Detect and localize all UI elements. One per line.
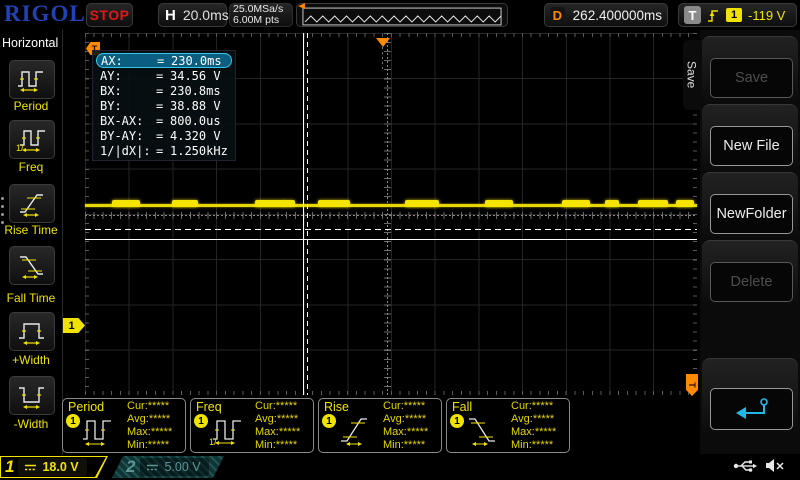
new-file-button[interactable]: New File	[710, 126, 793, 166]
vertical-axis-line	[387, 33, 388, 395]
cursor-row-ay[interactable]: AY:=34.56 V	[96, 68, 232, 83]
measure-item-plus-width-label: +Width	[0, 353, 62, 367]
measure-item-period-label: Period	[0, 99, 62, 113]
measure-item-plus-width[interactable]	[9, 312, 55, 351]
horizontal-scale-value: 20.0ms	[183, 7, 229, 23]
memory-waveform-thumbnail	[297, 3, 507, 27]
run-state-badge[interactable]: STOP	[86, 3, 133, 27]
menu-scroll-indicator	[1, 192, 4, 229]
new-folder-button[interactable]: NewFolder	[710, 194, 793, 234]
measure-item-fall-time[interactable]	[9, 246, 55, 285]
measurement-stats: Cur:***** Avg:***** Max:***** Min:*****	[383, 400, 428, 452]
rise-waveform-icon	[337, 411, 373, 447]
preview-waveform-path	[305, 16, 501, 22]
measurement-stats: Cur:***** Avg:***** Max:***** Min:*****	[511, 400, 556, 452]
cursor-readout-panel: AX:=230.0ms AY:=34.56 V BX:=230.8ms BY:=…	[92, 50, 236, 161]
plus-width-icon	[17, 318, 47, 346]
oscilloscope-screen: RIGOL STOP H 20.0ms 25.0MSa/s 6.00M pts …	[0, 0, 800, 480]
channel1-status[interactable]: 1 18.0 V	[0, 456, 108, 478]
fall-waveform-icon	[465, 411, 501, 447]
measurement-channel-badge: 1	[194, 414, 208, 428]
dc-coupling-icon	[24, 463, 37, 472]
trigger-level-value: -119 V	[748, 8, 785, 23]
cursor-row-by[interactable]: BY:=38.88 V	[96, 98, 232, 113]
svg-text:1/: 1/	[209, 437, 217, 447]
measurement-panel-fall[interactable]: Fall 1 Cur:***** Avg:***** Max:***** Min…	[446, 398, 570, 453]
measure-item-rise-time-label: Rise Time	[0, 223, 62, 237]
trigger-source-badge: 1	[726, 8, 742, 22]
cursor-a-vertical-line[interactable]	[303, 33, 304, 395]
left-measure-sidebar: Horizontal Period 1/ Freq	[0, 30, 63, 480]
delay-label: D	[550, 7, 565, 24]
rising-edge-trigger-icon	[707, 7, 720, 24]
rise-time-icon	[17, 190, 47, 218]
channel2-number: 2	[126, 457, 135, 477]
trigger-position-line	[382, 47, 383, 71]
channel1-scale: 18.0 V	[42, 460, 78, 474]
measure-item-minus-width[interactable]	[9, 376, 55, 415]
usb-icon	[733, 459, 757, 473]
cursor-row-bx[interactable]: BX:=230.8ms	[96, 83, 232, 98]
svg-text:1/: 1/	[16, 143, 24, 153]
measurement-panel-rise[interactable]: Rise 1 Cur:***** Avg:***** Max:***** Min…	[318, 398, 442, 453]
fall-time-icon	[17, 252, 47, 280]
delete-button[interactable]: Delete	[710, 262, 793, 302]
trigger-position-marker-icon[interactable]	[376, 38, 390, 47]
cursor-row-bx-ax[interactable]: BX-AX:=800.0us	[96, 113, 232, 128]
ch1-ground-marker-icon[interactable]: 1	[63, 318, 85, 333]
return-arrow-icon	[731, 396, 773, 422]
graticule-bottom-ticks	[85, 391, 697, 395]
freq-icon: 1/	[16, 126, 48, 154]
freq-waveform-icon: 1/	[209, 411, 245, 447]
measure-item-freq[interactable]: 1/	[9, 120, 55, 159]
cursor-row-by-ay[interactable]: BY-AY:=4.320 V	[96, 128, 232, 143]
measure-item-rise-time[interactable]	[9, 184, 55, 223]
horizontal-label: H	[165, 7, 176, 24]
horizontal-scale-box[interactable]: H 20.0ms	[158, 3, 227, 27]
speaker-muted-icon	[765, 458, 785, 473]
preview-position-marker-icon	[298, 3, 305, 9]
menu-tab: Save	[683, 40, 700, 110]
measure-item-freq-label: Freq	[0, 160, 62, 174]
measure-item-minus-width-label: -Width	[0, 417, 62, 431]
measurement-panel-freq[interactable]: Freq 1 1/ Cur:***** Avg:***** Max:***** …	[190, 398, 314, 453]
waveform-preview-box[interactable]	[296, 3, 508, 27]
trigger-info-box[interactable]: T 1 -119 V	[678, 3, 797, 27]
measurement-channel-badge: 1	[450, 414, 464, 428]
cursor-row-inv-dx[interactable]: 1/|dX|:=1.250kHz	[96, 143, 232, 158]
measurement-panel-period[interactable]: Period 1 Cur:***** Avg:***** Max:***** M…	[62, 398, 186, 453]
period-waveform-icon	[81, 411, 117, 447]
measurement-channel-badge: 1	[66, 414, 80, 428]
channel-status-bar: 1 18.0 V 2 5.00 V	[0, 454, 800, 480]
menu-back-button[interactable]	[710, 388, 793, 430]
measure-category-title: Horizontal	[2, 36, 62, 50]
minus-width-icon	[17, 382, 47, 410]
measure-item-fall-time-label: Fall Time	[0, 291, 62, 305]
ch1-trace	[85, 200, 697, 208]
cursor-b-horizontal-line[interactable]	[85, 229, 697, 230]
menu-tab-label: Save	[685, 61, 699, 88]
cursor-a-horizontal-line[interactable]	[85, 239, 697, 240]
trigger-delay-box[interactable]: D 262.400000ms	[544, 3, 668, 27]
top-status-bar: RIGOL STOP H 20.0ms 25.0MSa/s 6.00M pts …	[0, 0, 800, 30]
cursor-b-vertical-line[interactable]	[307, 33, 308, 395]
graticule-top-ticks	[85, 33, 697, 37]
rigol-logo: RIGOL	[4, 1, 86, 27]
channel2-status[interactable]: 2 5.00 V	[112, 456, 224, 478]
save-button[interactable]: Save	[710, 58, 793, 98]
measurement-channel-badge: 1	[322, 414, 336, 428]
memory-depth: 6.00M pts	[233, 15, 279, 26]
cursor-row-ax[interactable]: AX:=230.0ms	[96, 53, 232, 68]
dc-coupling-icon	[146, 463, 159, 472]
channel1-number: 1	[5, 457, 14, 477]
horizontal-axis-line	[85, 215, 697, 216]
measure-item-period[interactable]	[9, 60, 55, 99]
period-icon	[16, 67, 48, 93]
measurement-stats: Cur:***** Avg:***** Max:***** Min:*****	[127, 400, 172, 452]
channel2-scale: 5.00 V	[164, 460, 200, 474]
measurement-stats: Cur:***** Avg:***** Max:***** Min:*****	[255, 400, 300, 452]
acquisition-info-box: 25.0MSa/s 6.00M pts	[229, 3, 293, 27]
delay-value: 262.400000ms	[573, 8, 662, 23]
trigger-label: T	[684, 6, 701, 24]
